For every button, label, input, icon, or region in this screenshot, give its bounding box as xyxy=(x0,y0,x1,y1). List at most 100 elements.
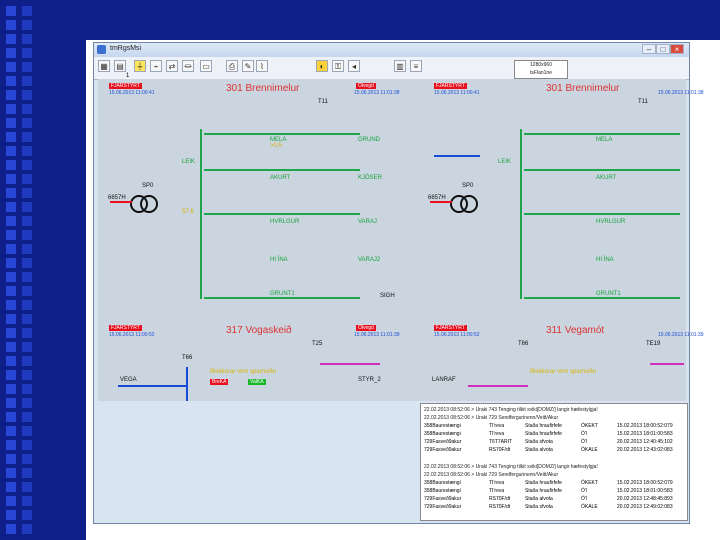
log-cell: 20.02.2013 12:48:45:893 xyxy=(617,496,673,502)
log-cell: Staða hraufirfefe xyxy=(525,488,562,494)
toolbar: ▦ ▤ ⏚ ⌁ ⇄ ⏛ ▭ ⎙ ✎ ⌇ ◐ ⚿ ◂ ▥ ≡ 1 1280x960… xyxy=(94,57,689,80)
decorative-square xyxy=(6,230,16,240)
fjarstyrt-badge-2: FJARSTÝRT xyxy=(434,83,467,89)
log-cell: 15.02.2013 18:00:52:079 xyxy=(617,423,673,429)
decorative-square xyxy=(6,62,16,72)
decorative-square xyxy=(22,62,32,72)
decorative-square xyxy=(22,510,32,520)
bus-vertical-left xyxy=(200,129,202,299)
minimize-button[interactable]: – xyxy=(642,44,656,54)
log-table-row[interactable]: 729Fasveð9akur T6T7ARIT Staða sfvota Ó'l 20.… xyxy=(421,439,687,447)
decorative-square xyxy=(6,272,16,282)
line-magenta-3 xyxy=(650,363,684,365)
feeder-akurt-2: AKURT xyxy=(596,175,617,181)
decorative-square xyxy=(22,146,32,156)
tool-lock-icon[interactable]: ⚿ xyxy=(332,60,344,72)
busbar-mid2-left xyxy=(204,213,360,215)
timestamp-1: 15.06.2013 11:00:41 xyxy=(109,90,155,96)
decorative-square xyxy=(22,118,32,128)
feeder-sigh: SIGH xyxy=(380,293,395,299)
tool-breaker-icon[interactable]: ⌁ xyxy=(150,60,162,72)
decorative-square xyxy=(6,314,16,324)
feeder-kioser: KJÓSER xyxy=(358,175,383,181)
value-576: 57.6 xyxy=(182,209,194,215)
line-magenta-2 xyxy=(468,385,528,387)
log-table-row[interactable]: 358Baurestængi TI'reva Staða hraufirfefe ÓK… xyxy=(421,423,687,431)
log-table-row[interactable]: 358Baurestængi TI'reva Staða hraufirfefe Ó'… xyxy=(421,488,687,496)
decorative-square xyxy=(6,384,16,394)
tool-table-icon[interactable]: ▥ xyxy=(394,60,406,72)
decorative-square xyxy=(6,454,16,464)
tool-edit-icon[interactable]: ✎ xyxy=(242,60,254,72)
tool-ground-icon[interactable]: ⏛ xyxy=(182,60,194,72)
decorative-square xyxy=(6,342,16,352)
log-table-row[interactable]: 729Fasveð9akur RS70F/dt Staða sfvota ÓKALE 2… xyxy=(421,504,687,512)
decorative-square xyxy=(22,48,32,58)
busbar-top-left xyxy=(204,133,360,135)
log-cell: RS70F/dt xyxy=(489,447,511,453)
log-cell: 729Fasveð9akur xyxy=(424,504,462,510)
close-button[interactable]: × xyxy=(670,44,684,54)
decorative-square xyxy=(22,356,32,366)
decorative-square xyxy=(22,370,32,380)
window-titlebar: tmRgsMsi – □ × xyxy=(94,43,689,57)
fjarstyrt-badge-4: FJARSTÝRT xyxy=(434,325,467,331)
line-vega-vertical xyxy=(186,367,188,401)
decorative-square xyxy=(6,160,16,170)
tool-bulb-icon[interactable]: ◐ xyxy=(316,60,328,72)
tool-layout-icon[interactable]: ▤ xyxy=(114,60,126,72)
log-cell: TI'reva xyxy=(489,431,505,437)
log-cell: 20.02.2013 12:40:45:102 xyxy=(617,439,673,445)
line-magenta-1 xyxy=(320,363,380,365)
log-line: 22.02.2013 08:52:06 > Uraki 729 Sendferg… xyxy=(424,415,559,421)
sp0-label-2: SP0 xyxy=(462,183,474,189)
olvegd-badge-1: Ólvegd xyxy=(356,83,376,89)
tool-link-icon[interactable]: ⇄ xyxy=(166,60,178,72)
tool-print-icon[interactable]: ⎙ xyxy=(226,60,238,72)
resolution-name: tsFlan1ne xyxy=(530,70,552,76)
decorative-square xyxy=(6,468,16,478)
event-log-panel[interactable]: 22.02.2013 08:52:06 > Uraki 743 Tenging … xyxy=(420,403,688,521)
station-title-brennimelur: 301 Brennimelur xyxy=(226,83,300,94)
timestamp-6: 15.06.2013 11:01:39 xyxy=(354,332,400,338)
feeder-varaj2: VARAJ2 xyxy=(358,257,381,263)
decorative-square xyxy=(22,202,32,212)
tool-switch-icon[interactable]: ⏚ xyxy=(134,60,146,72)
decorative-square xyxy=(6,412,16,422)
decorative-square xyxy=(22,286,32,296)
decorative-square xyxy=(6,300,16,310)
tool-grid-icon[interactable]: ▦ xyxy=(98,60,110,72)
log-table-row[interactable]: 358Baurestængi TI'reva Staða hraufirfefe ÓK… xyxy=(421,480,687,488)
decorative-square xyxy=(6,398,16,408)
tool-speaker-icon[interactable]: ◂ xyxy=(348,60,360,72)
decorative-square xyxy=(6,244,16,254)
log-cell: 15.02.2013 18:01:00:583 xyxy=(617,431,673,437)
log-cell: 15.02.2013 18:00:52:079 xyxy=(617,480,673,486)
t11-label: T11 xyxy=(318,99,328,105)
bus-vertical-right xyxy=(520,129,522,299)
decorative-square xyxy=(22,244,32,254)
log-table-row[interactable]: 729Fasveð9akur RS70F/dt Staða alvota ÓKALE 2… xyxy=(421,447,687,455)
timestamp-3: 15.06.2013 11:00:41 xyxy=(434,90,480,96)
tool-list-icon[interactable]: ≡ xyxy=(410,60,422,72)
feeder-grund: GRUND xyxy=(358,137,380,143)
value-mela: >0.5 xyxy=(270,143,282,149)
decorative-square xyxy=(22,132,32,142)
decorative-square xyxy=(6,216,16,226)
maximize-button[interactable]: □ xyxy=(656,44,670,54)
decorative-square xyxy=(6,426,16,436)
line-blue-right xyxy=(434,155,480,157)
tool-doc-icon[interactable]: ▭ xyxy=(200,60,212,72)
line-vega xyxy=(118,385,188,387)
window-title: tmRgsMsi xyxy=(110,45,142,52)
decorative-square xyxy=(6,370,16,380)
line-red-right xyxy=(430,201,452,203)
feeder-hina-2: HI ÍNA xyxy=(596,257,614,263)
log-table-row[interactable]: 358Baurestængi TI'reva Staða hraufirfefe Ó'… xyxy=(421,431,687,439)
busbar-bottom-right xyxy=(524,297,680,299)
log-cell: RS70F/dt xyxy=(489,496,511,502)
log-table-row[interactable]: 729Fasveð9akur RS70F/dt Staða alvota Ó'l 20.… xyxy=(421,496,687,504)
tool-chart-icon[interactable]: ⌇ xyxy=(256,60,268,72)
feeder-grunt: GRUNT1 xyxy=(270,291,295,297)
decorative-square xyxy=(6,76,16,86)
